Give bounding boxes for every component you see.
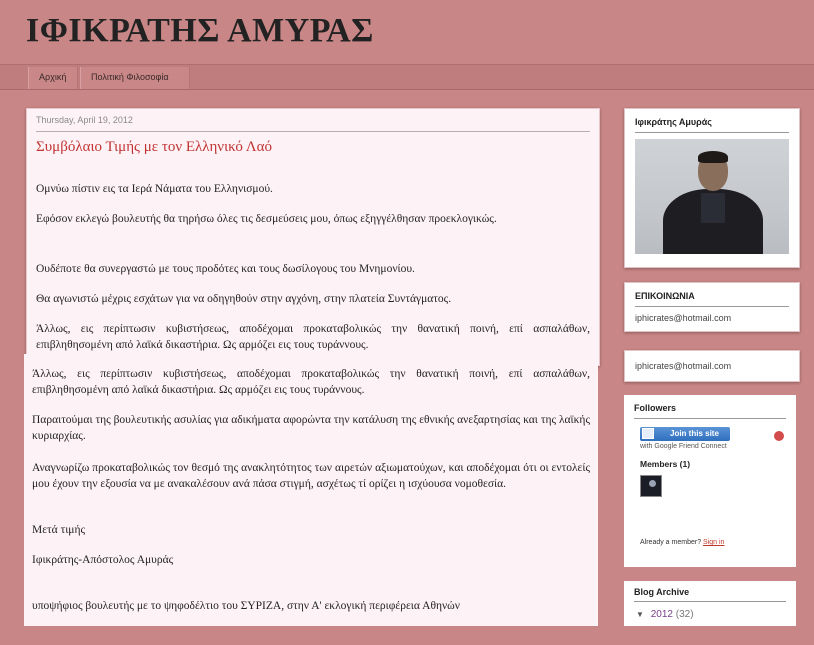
contact-widget: ΕΠΙΚΟΙΝΩΝΙΑ iphicrates@hotmail.com [624, 282, 800, 332]
tab-home[interactable]: Αρχική [28, 67, 78, 89]
post-date: Thursday, April 19, 2012 [36, 115, 133, 125]
widget-divider [635, 132, 789, 133]
profile-name[interactable]: Ιφικράτης Αμυράς [635, 117, 712, 127]
post-author-name: Ιφικράτης-Απόστολος Αμυράς [32, 554, 174, 566]
widget-divider [634, 601, 786, 602]
post-paragraph: Εφόσον εκλεγώ βουλευτής θα τηρήσω όλες τ… [36, 213, 497, 225]
contact-email: iphicrates@hotmail.com [635, 313, 732, 323]
profile-widget: Ιφικράτης Αμυράς [624, 108, 800, 268]
widget-divider [635, 306, 789, 307]
post-paragraph: Θα αγωνιστώ μέχρις εσχάτων για να οδηγηθ… [36, 293, 452, 305]
tab-political-philosophy[interactable]: Πολιτική Φιλοσοφία [80, 67, 190, 89]
post-author-role: υποψήφιος βουλευτής με το ψηφοδέλτιο του… [32, 600, 460, 612]
already-member-label: Already a member? [640, 539, 702, 546]
nav-tabs: Αρχική Πολιτική Φιλοσοφία [0, 64, 814, 90]
archive-year-count: (32) [675, 609, 694, 620]
archive-year-link[interactable]: 2012 [651, 609, 673, 620]
blog-title[interactable]: ΙΦΙΚΡΑΤΗΣ ΑΜΥΡΑΣ [26, 12, 374, 50]
sign-in-link[interactable]: Sign in [703, 539, 724, 546]
archive-heading: Blog Archive [634, 587, 690, 597]
post-title[interactable]: Συμβόλαιο Τιμής με τον Ελληνικό Λαό [36, 139, 272, 156]
contact-heading: ΕΠΙΚΟΙΝΩΝΙΑ [635, 291, 695, 301]
blog-archive-widget: Blog Archive ▼ 2012 (32) [624, 581, 796, 626]
collapse-toggle-icon[interactable]: ▼ [636, 610, 644, 619]
archive-year-row[interactable]: ▼ 2012 (32) [636, 609, 694, 620]
gfc-caption: with Google Friend Connect [640, 443, 727, 450]
blog-post: Thursday, April 19, 2012 Συμβόλαιο Τιμής… [26, 108, 600, 366]
member-avatar[interactable] [640, 475, 662, 497]
post-paragraph: Ουδέποτε θα συνεργαστώ με τους προδότες … [36, 263, 415, 275]
post-continuation: Άλλως, εις περίπτωσιν κυβιστήσεως, αποδέ… [24, 354, 598, 626]
post-paragraph: Αναγνωρίζω προκαταβολικώς τον θεσμό της … [32, 462, 590, 490]
post-paragraph: Παραιτούμαι της βουλευτικής ασυλίας για … [32, 414, 590, 442]
google-icon[interactable] [774, 431, 784, 441]
profile-photo[interactable] [635, 139, 789, 254]
join-site-label: Join this site [670, 429, 719, 438]
followers-widget: Followers Join this site with Google Fri… [624, 395, 796, 567]
post-divider [36, 131, 590, 132]
post-signoff: Μετά τιμής [32, 524, 86, 536]
followers-heading: Followers [634, 403, 677, 413]
widget-divider [634, 418, 786, 419]
post-paragraph: Άλλως, εις περίπτωσιν κυβιστήσεως, αποδέ… [32, 368, 590, 396]
friend-connect-icon [642, 428, 654, 439]
members-count: Members (1) [640, 459, 691, 469]
contact-email: iphicrates@hotmail.com [635, 361, 732, 371]
post-paragraph: Άλλως, εις περίπτωσιν κυβιστήσεως, αποδέ… [36, 323, 590, 351]
contact-widget-repeat: iphicrates@hotmail.com [624, 350, 800, 382]
post-paragraph: Ομνύω πίστιν εις τα Ιερά Νάματα του Ελλη… [36, 183, 273, 195]
join-site-button[interactable]: Join this site [640, 427, 730, 441]
already-member-text: Already a member? Sign in [640, 539, 724, 546]
